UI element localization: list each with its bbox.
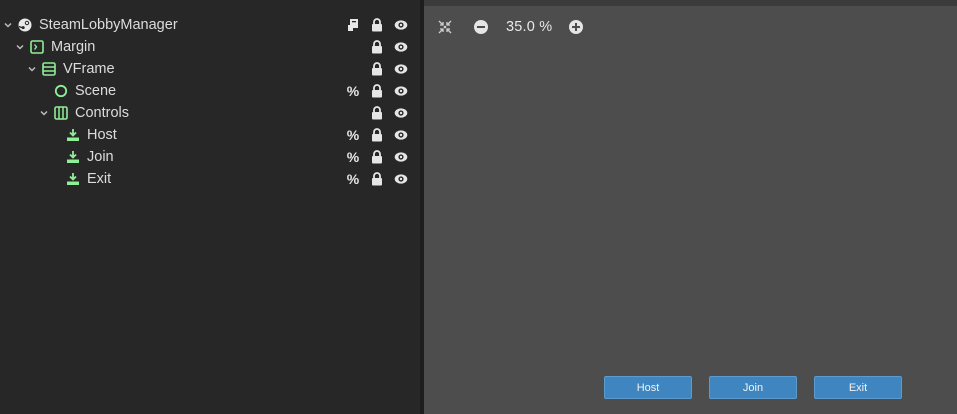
editor-window: SteamLobbyManager Margin VFrame Scene % …	[0, 0, 957, 414]
lock-icon[interactable]	[370, 150, 384, 164]
tree-item-join[interactable]: Join %	[0, 146, 420, 168]
center-view-icon[interactable]	[436, 18, 454, 36]
tree-item-exit[interactable]: Exit %	[0, 168, 420, 190]
node-badges	[340, 14, 420, 36]
tree-item-controls[interactable]: Controls	[0, 102, 420, 124]
button-node-icon	[66, 172, 80, 186]
percent-anchor-badge[interactable]: %	[346, 84, 360, 98]
button-node-icon	[66, 150, 80, 164]
chevron-down-icon[interactable]	[2, 19, 14, 31]
node-label: SteamLobbyManager	[39, 17, 178, 33]
scene-tree-panel: SteamLobbyManager Margin VFrame Scene % …	[0, 0, 420, 414]
visibility-eye-icon[interactable]	[394, 128, 408, 142]
visibility-eye-icon[interactable]	[394, 62, 408, 76]
control-node-icon	[54, 84, 68, 98]
preview-join-button[interactable]: Join	[709, 376, 797, 399]
lock-icon[interactable]	[370, 172, 384, 186]
node-badges: %	[340, 146, 420, 168]
node-badges: %	[340, 168, 420, 190]
node-label: Margin	[51, 39, 96, 55]
chevron-down-icon[interactable]	[26, 63, 38, 75]
tree-item-margin[interactable]: Margin	[0, 36, 420, 58]
viewport-zoom-toolbar: 35.0 %	[436, 16, 585, 38]
tree-item-steamlobbymanager[interactable]: SteamLobbyManager	[0, 14, 420, 36]
margin-container-icon	[30, 40, 44, 54]
node-badges: %	[340, 80, 420, 102]
hbox-container-icon	[54, 106, 68, 120]
preview-host-button[interactable]: Host	[604, 376, 692, 399]
node-badges	[340, 102, 420, 124]
zoom-out-icon[interactable]	[472, 18, 490, 36]
node-badges	[340, 36, 420, 58]
chevron-down-icon[interactable]	[38, 107, 50, 119]
tree-item-host[interactable]: Host %	[0, 124, 420, 146]
lock-icon[interactable]	[370, 62, 384, 76]
visibility-eye-icon[interactable]	[394, 18, 408, 32]
lock-icon[interactable]	[370, 106, 384, 120]
percent-anchor-badge[interactable]: %	[346, 150, 360, 164]
visibility-eye-icon[interactable]	[394, 84, 408, 98]
steam-icon	[18, 18, 32, 32]
visibility-eye-icon[interactable]	[394, 40, 408, 54]
tree-item-vframe[interactable]: VFrame	[0, 58, 420, 80]
zoom-in-icon[interactable]	[567, 18, 585, 36]
tree-item-scene[interactable]: Scene %	[0, 80, 420, 102]
visibility-eye-icon[interactable]	[394, 172, 408, 186]
vbox-container-icon	[42, 62, 56, 76]
node-label: Exit	[87, 171, 112, 187]
lock-icon[interactable]	[370, 128, 384, 142]
lock-icon[interactable]	[370, 18, 384, 32]
zoom-level-label[interactable]: 35.0 %	[506, 19, 552, 35]
node-label: Scene	[75, 83, 117, 99]
node-label: VFrame	[63, 61, 115, 77]
node-label: Controls	[75, 105, 129, 121]
script-icon[interactable]	[346, 18, 360, 32]
visibility-eye-icon[interactable]	[394, 106, 408, 120]
button-node-icon	[66, 128, 80, 142]
percent-anchor-badge[interactable]: %	[346, 128, 360, 142]
lock-icon[interactable]	[370, 40, 384, 54]
percent-anchor-badge[interactable]: %	[346, 172, 360, 186]
node-badges: %	[340, 124, 420, 146]
chevron-down-icon[interactable]	[14, 41, 26, 53]
canvas-viewport[interactable]: 35.0 % Host Join Exit	[424, 0, 957, 414]
node-label: Join	[87, 149, 114, 165]
node-label: Host	[87, 127, 117, 143]
node-badges	[340, 58, 420, 80]
visibility-eye-icon[interactable]	[394, 150, 408, 164]
lock-icon[interactable]	[370, 84, 384, 98]
preview-exit-button[interactable]: Exit	[814, 376, 902, 399]
